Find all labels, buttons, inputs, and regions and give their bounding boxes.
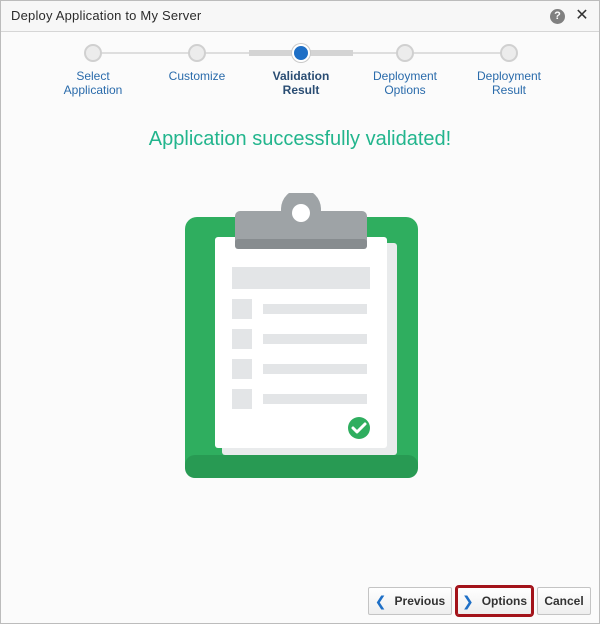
train-connector	[405, 52, 509, 54]
step-label-line: Deployment	[476, 69, 542, 83]
step-label[interactable]: Deployment Options	[353, 69, 457, 97]
step-label-line: Select	[76, 69, 110, 83]
step-dot	[188, 44, 206, 62]
step-label-current: Validation Result	[249, 69, 353, 97]
train-connector	[92, 52, 197, 54]
step-label-line: Result	[282, 83, 320, 97]
step-label[interactable]: Customize	[145, 69, 249, 83]
step-label[interactable]: Deployment Result	[457, 69, 561, 97]
close-icon[interactable]: ✕	[574, 6, 590, 26]
options-button[interactable]: ❯ Options	[455, 585, 534, 617]
previous-button[interactable]: ❮ Previous	[368, 587, 452, 615]
deployment-train: Select Application Customize Validation …	[1, 32, 599, 112]
step-dot	[84, 44, 102, 62]
validation-success-message: Application successfully validated!	[148, 128, 452, 150]
dialog-titlebar: Deploy Application to My Server ? ✕	[1, 1, 599, 32]
step-dot-current	[292, 44, 310, 62]
chevron-left-icon: ❮	[374, 592, 387, 609]
step-dot	[396, 44, 414, 62]
step-dot	[500, 44, 518, 62]
help-icon[interactable]: ?	[550, 9, 565, 24]
cancel-button[interactable]: Cancel	[537, 587, 591, 615]
step-label-line: Validation	[272, 69, 330, 83]
dialog-title: Deploy Application to My Server	[11, 8, 202, 23]
step-label-line: Result	[491, 83, 526, 97]
cancel-button-label: Cancel	[544, 594, 584, 608]
step-label-line: Application	[63, 83, 123, 97]
step-label-line: Options	[384, 83, 426, 97]
clipboard-check-icon	[185, 193, 418, 478]
step-label-line: Customize	[168, 69, 226, 83]
step-label[interactable]: Select Application	[41, 69, 145, 97]
previous-button-label: Previous	[394, 594, 446, 608]
options-button-label: Options	[481, 594, 528, 608]
chevron-right-icon: ❯	[461, 592, 474, 609]
deploy-dialog: Deploy Application to My Server ? ✕ Sele…	[0, 0, 600, 624]
step-label-line: Deployment	[372, 69, 438, 83]
